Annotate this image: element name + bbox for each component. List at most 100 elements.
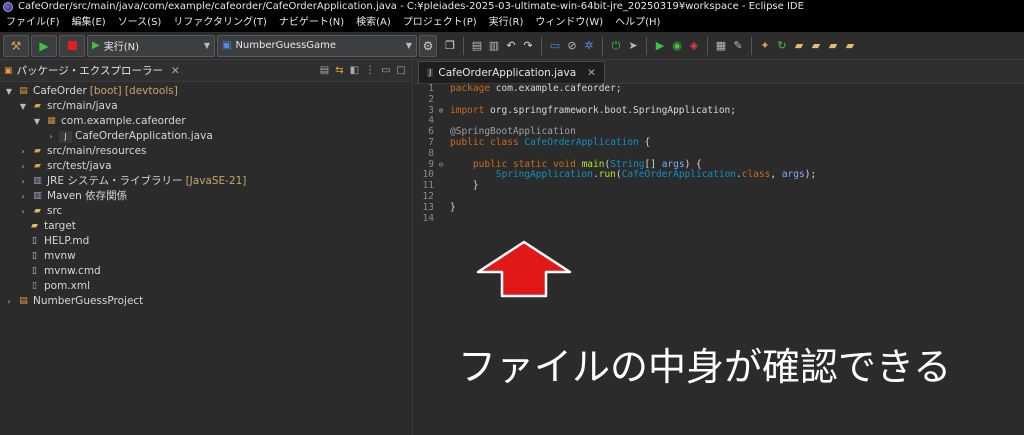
external-tools-icon[interactable]: ◈ [687, 39, 701, 53]
chevron-down-icon[interactable]: ▼ [18, 99, 28, 114]
new-icon[interactable]: ❐ [443, 39, 457, 53]
new-project-icon[interactable]: ✦ [758, 39, 772, 53]
close-icon[interactable]: ✕ [587, 67, 596, 79]
collapse-all-icon[interactable]: ▤ [320, 65, 329, 76]
tree-item-package[interactable]: ▼ ▦ com.example.cafeorder [32, 114, 186, 129]
debug-settings-icon[interactable]: ✲ [582, 39, 596, 53]
coverage-icon[interactable]: ◉ [670, 39, 684, 53]
chevron-right-icon[interactable]: › [46, 129, 56, 144]
skip-breakpoints-icon[interactable]: ⊘ [565, 39, 579, 53]
package-icon: ▦ [47, 116, 56, 126]
chevron-down-icon[interactable]: ▼ [4, 84, 14, 99]
menu-window[interactable]: ウィンドウ(W) [529, 14, 609, 32]
stop-button[interactable] [59, 34, 85, 57]
tree-item-target[interactable]: ▰ target [28, 219, 76, 234]
open-type-icon[interactable]: ▰ [792, 39, 806, 53]
menu-refactor[interactable]: リファクタリング(T) [167, 14, 273, 32]
toolbar-separator [541, 36, 542, 55]
chevron-right-icon[interactable]: › [18, 159, 28, 174]
launch-config-icon: ▣ [222, 40, 232, 51]
launch-config-select[interactable]: ▣ NumberGuessGame ▼ [217, 34, 417, 57]
tree-item-src-test-java[interactable]: › ▰ src/test/java [18, 159, 111, 174]
chevron-right-icon[interactable]: › [18, 144, 28, 159]
tree-item-mvnw-cmd[interactable]: ▯ mvnw.cmd [28, 264, 101, 279]
view-menu-icon[interactable]: ⋮ [365, 65, 375, 76]
tree-item-java-file[interactable]: › J CafeOrderApplication.java [46, 129, 213, 144]
menu-help[interactable]: ヘルプ(H) [609, 14, 666, 32]
console-icon[interactable]: ▭ [548, 39, 562, 53]
search-folder-icon[interactable]: ▰ [843, 39, 857, 53]
code-line: 3 ⊕ import org.springframework.boot.Spri… [414, 105, 1024, 117]
menu-project[interactable]: プロジェクト(P) [397, 14, 483, 32]
menu-file[interactable]: ファイル(F) [0, 14, 66, 32]
code-line: 12 [414, 191, 1024, 203]
maximize-icon[interactable]: □ [397, 65, 406, 76]
refresh-icon[interactable]: ↻ [775, 39, 789, 53]
code-line: 2 [414, 94, 1024, 106]
minimize-icon[interactable]: ▭ [381, 65, 390, 76]
menu-search[interactable]: 検索(A) [350, 14, 397, 32]
code-text: package com.example.cafeorder; [450, 83, 622, 94]
fold-gutter [436, 203, 446, 214]
hammer-build-button[interactable]: ⚒ [3, 34, 29, 57]
tree-item-label: HELP.md [44, 235, 90, 247]
tree-item-help-md[interactable]: ▯ HELP.md [28, 234, 89, 249]
fold-gutter [436, 149, 446, 160]
menu-edit[interactable]: 編集(E) [66, 14, 112, 32]
cursor-icon[interactable]: ➤ [626, 39, 640, 53]
fold-gutter [436, 170, 446, 181]
tree-item-label: pom.xml [44, 280, 91, 292]
annotation-icon[interactable]: ✎ [731, 39, 745, 53]
save-icon[interactable]: ▤ [470, 39, 484, 53]
close-icon[interactable]: ✕ [171, 65, 180, 77]
tree-item-jre-library[interactable]: › ▥ JRE システム・ライブラリー [JavaSE-21] [18, 174, 246, 189]
tree-item-maven-deps[interactable]: › ▥ Maven 依存関係 [18, 189, 127, 204]
menu-run[interactable]: 実行(R) [483, 14, 530, 32]
code-area[interactable]: 1 package com.example.cafeorder; 2 3 ⊕ i… [414, 83, 1024, 224]
tree-item-label: CafeOrderApplication.java [75, 130, 213, 142]
editor-tab-cafeorderapplication[interactable]: J CafeOrderApplication.java ✕ [418, 61, 605, 83]
fold-expand-icon[interactable]: ⊕ [436, 106, 446, 117]
code-text: } [450, 180, 479, 192]
chevron-right-icon[interactable]: › [18, 174, 28, 189]
package-explorer-tab[interactable]: ▣ パッケージ・エクスプローラー ✕ [4, 63, 180, 78]
annotation-caption: ファイルの中身が確認できる [458, 345, 952, 389]
run-mode-label: 実行(N) [103, 42, 139, 53]
redo-icon[interactable]: ↷ [521, 39, 535, 53]
spring-boot-icon[interactable]: ⏻ [609, 39, 623, 53]
folder-icon: ▰ [31, 221, 38, 231]
package-explorer-icon: ▣ [4, 65, 13, 76]
tree-item-mvnw[interactable]: ▯ mvnw [28, 249, 76, 264]
tree-item-src-main-resources[interactable]: › ▰ src/main/resources [18, 144, 146, 159]
chevron-right-icon[interactable]: › [18, 189, 28, 204]
tree-item-src[interactable]: › ▰ src [18, 204, 62, 219]
run-button[interactable]: ▶ [31, 34, 57, 57]
arrow-shape [476, 240, 572, 298]
tree-item-label: src [47, 205, 63, 217]
launch-config-settings-button[interactable]: ⚙ [419, 34, 437, 57]
window-title: CafeOrder/src/main/java/com/example/cafe… [18, 1, 804, 12]
link-with-editor-icon[interactable]: ⇆ [335, 65, 343, 76]
save-all-icon[interactable]: ▥ [487, 39, 501, 53]
menu-navigate[interactable]: ナビゲート(N) [273, 14, 350, 32]
toolbar-separator [602, 36, 603, 55]
open-folder-icon[interactable]: ▰ [809, 39, 823, 53]
task-icon[interactable]: ▦ [714, 39, 728, 53]
run-mode-select[interactable]: ▶ 実行(N) ▼ [87, 34, 215, 57]
focus-icon[interactable]: ◧ [350, 65, 359, 76]
java-file-icon: J [427, 68, 434, 77]
tree-item-numberguessproject[interactable]: › ▤ NumberGuessProject [4, 294, 143, 309]
tree-item-src-main-java[interactable]: ▼ ▰ src/main/java [18, 99, 118, 114]
tree-item-pom-xml[interactable]: ▯ pom.xml [28, 279, 90, 294]
run-last-icon[interactable]: ▶ [653, 39, 667, 53]
editor-tab-label: CafeOrderApplication.java [438, 66, 577, 79]
chevron-right-icon[interactable]: › [4, 294, 14, 309]
undo-icon[interactable]: ↶ [504, 39, 518, 53]
chevron-right-icon[interactable]: › [18, 204, 28, 219]
chevron-down-icon[interactable]: ▼ [32, 114, 42, 129]
fold-collapse-icon[interactable]: ⊖ [436, 160, 446, 171]
menu-source[interactable]: ソース(S) [112, 14, 168, 32]
code-line: 11 } [414, 180, 1024, 192]
package-folder-icon[interactable]: ▰ [826, 39, 840, 53]
tree-item-cafeorder[interactable]: ▼ ▤ CafeOrder [boot] [devtools] [4, 84, 178, 99]
